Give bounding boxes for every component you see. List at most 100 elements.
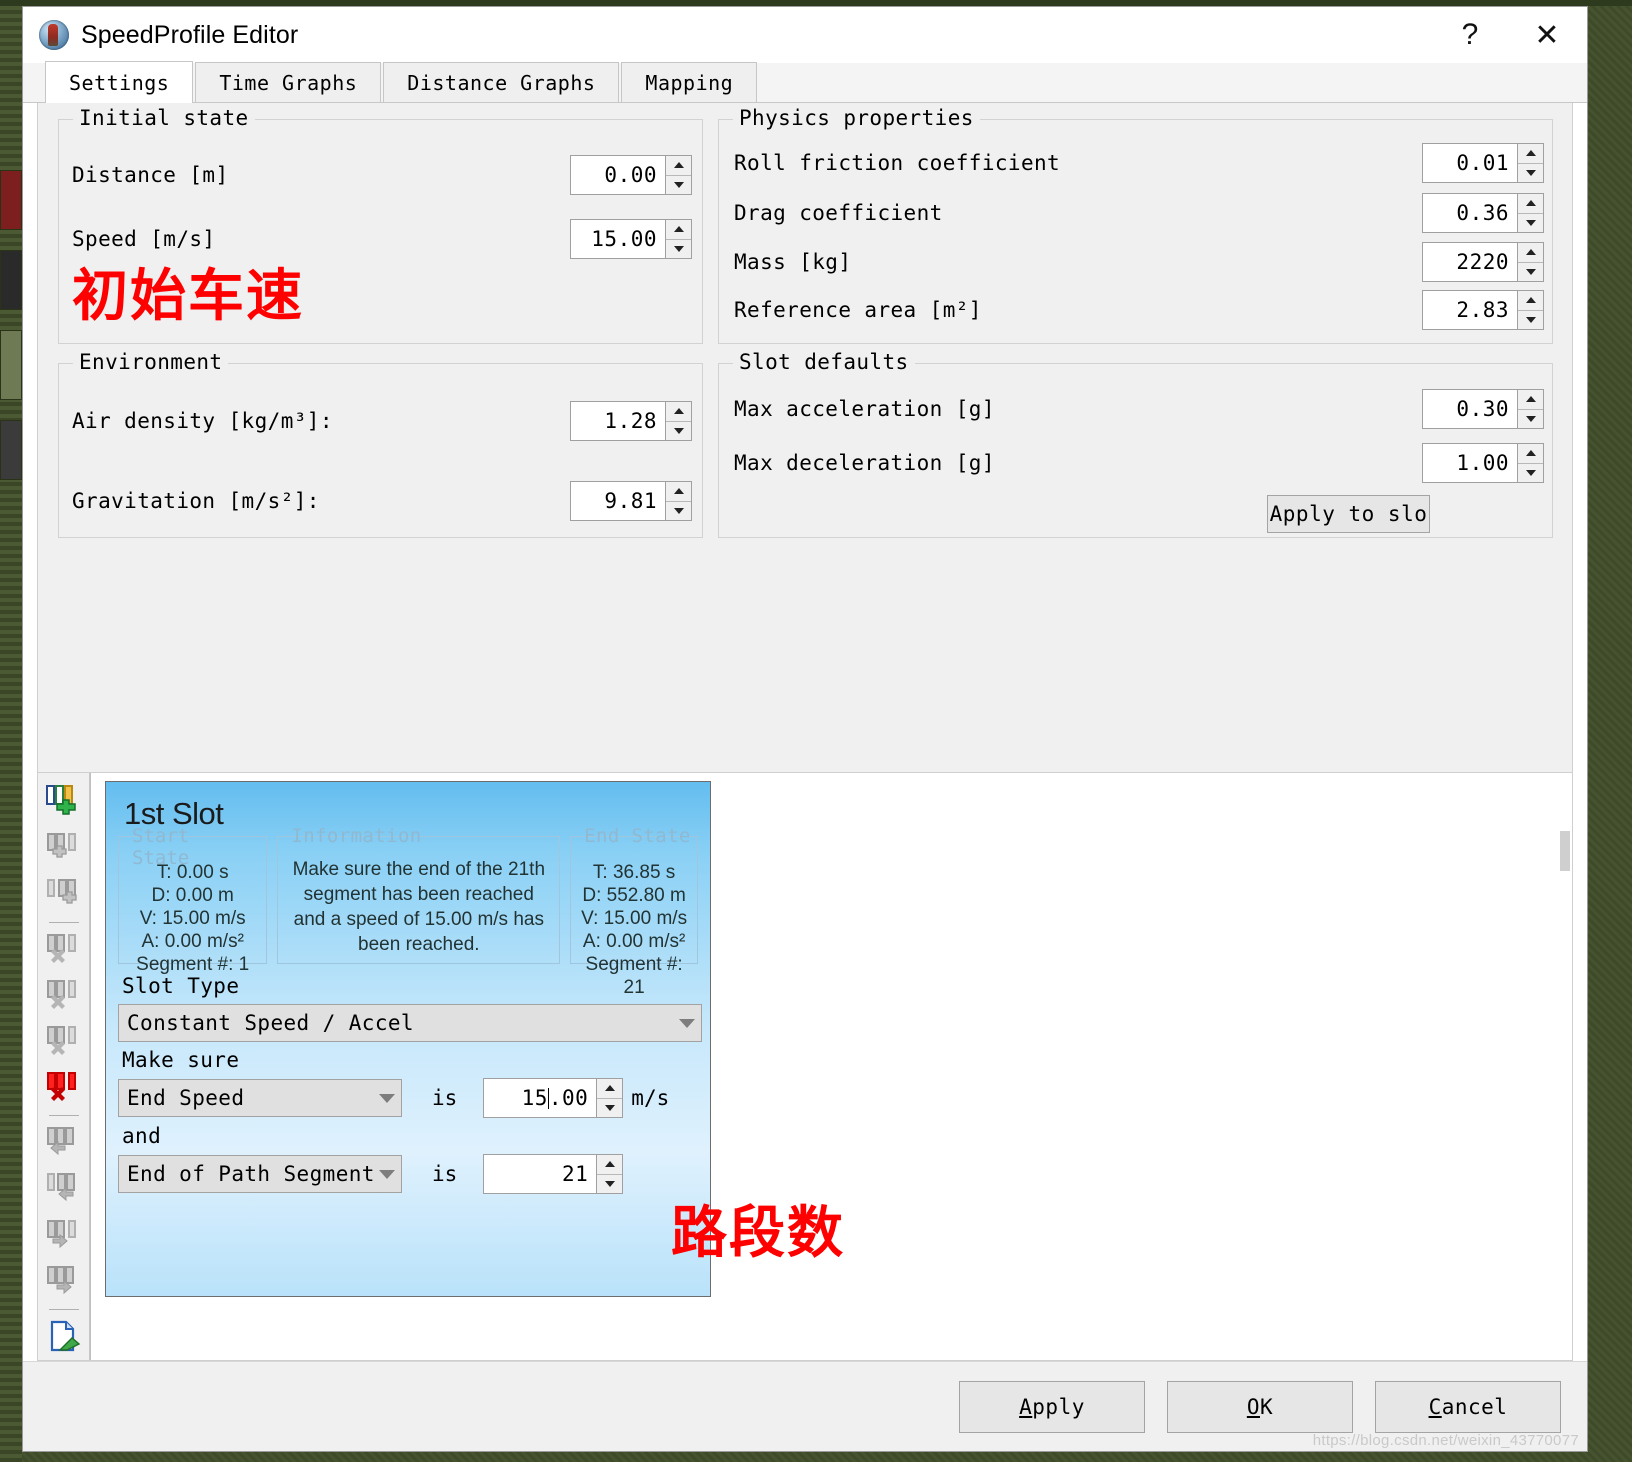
mass-spin-down[interactable] xyxy=(1518,263,1543,282)
condition1-value[interactable]: 15.00 xyxy=(484,1079,596,1117)
condition1-is-word: is xyxy=(432,1086,457,1110)
apply-rest: pply xyxy=(1032,1395,1085,1419)
roll-friction-spin-down[interactable] xyxy=(1518,164,1543,183)
reference-area-spin-buttons[interactable] xyxy=(1517,291,1543,329)
arrow-down-icon xyxy=(1526,220,1536,226)
move-previous-icon[interactable] xyxy=(41,1166,87,1210)
speed-spin-buttons[interactable] xyxy=(665,220,691,258)
roll-friction-spin-up[interactable] xyxy=(1518,144,1543,164)
help-button[interactable]: ? xyxy=(1433,7,1507,63)
scroll-indicator[interactable] xyxy=(1560,831,1570,871)
distance-spin-up[interactable] xyxy=(666,156,691,176)
mass-spin-buttons[interactable] xyxy=(1517,243,1543,281)
drag-coefficient-spinbox[interactable]: 0.36 xyxy=(1422,193,1544,233)
tab-time-graphs[interactable]: Time Graphs xyxy=(195,62,381,102)
move-first-icon[interactable] xyxy=(41,1120,87,1164)
drag-coefficient-spin-down[interactable] xyxy=(1518,214,1543,233)
distance-spin-buttons[interactable] xyxy=(665,156,691,194)
condition2-value[interactable]: 21 xyxy=(484,1155,596,1193)
apply-button[interactable]: Apply xyxy=(959,1381,1145,1433)
mass-spinbox[interactable]: 2220 xyxy=(1422,242,1544,282)
condition-row-1: End Speed is 15.00 m/s xyxy=(118,1078,698,1118)
insert-slot-after-icon[interactable] xyxy=(41,871,87,915)
tab-settings[interactable]: Settings xyxy=(45,61,193,103)
air-density-spin-buttons[interactable] xyxy=(665,402,691,440)
condition1-value-spinbox[interactable]: 15.00 xyxy=(483,1078,623,1118)
speed-value[interactable]: 15.00 xyxy=(571,220,665,258)
roll-friction-value[interactable]: 0.01 xyxy=(1423,144,1517,182)
delete-slot-last-icon[interactable] xyxy=(41,1019,87,1063)
add-slot-icon[interactable] xyxy=(41,779,87,823)
max-deceleration-spin-buttons[interactable] xyxy=(1517,444,1543,482)
delete-slot-active-icon[interactable] xyxy=(41,1065,87,1109)
slot-type-select[interactable]: Constant Speed / Accel xyxy=(118,1004,702,1042)
air-density-value[interactable]: 1.28 xyxy=(571,402,665,440)
condition1-spin-up[interactable] xyxy=(597,1079,622,1099)
condition2-value-spinbox[interactable]: 21 xyxy=(483,1154,623,1194)
end-state-group: End State T: 36.85 s D: 552.80 m V: 15.0… xyxy=(570,836,698,964)
reference-area-spin-down[interactable] xyxy=(1518,311,1543,330)
move-last-icon[interactable] xyxy=(41,1259,87,1303)
gravitation-spin-up[interactable] xyxy=(666,482,691,502)
reference-area-value[interactable]: 2.83 xyxy=(1423,291,1517,329)
tab-mapping[interactable]: Mapping xyxy=(621,62,757,102)
distance-spinbox[interactable]: 0.00 xyxy=(570,155,692,195)
distance-value[interactable]: 0.00 xyxy=(571,156,665,194)
air-density-spinbox[interactable]: 1.28 xyxy=(570,401,692,441)
move-next-icon[interactable] xyxy=(41,1212,87,1256)
mass-value[interactable]: 2220 xyxy=(1423,243,1517,281)
air-density-spin-up[interactable] xyxy=(666,402,691,422)
reference-area-spin-up[interactable] xyxy=(1518,291,1543,311)
roll-friction-spin-buttons[interactable] xyxy=(1517,144,1543,182)
desktop-thumbnail-4 xyxy=(0,420,22,480)
max-deceleration-spinbox[interactable]: 1.00 xyxy=(1422,443,1544,483)
gravitation-spin-down[interactable] xyxy=(666,502,691,521)
arrow-down-icon xyxy=(674,428,684,434)
air-density-spin-down[interactable] xyxy=(666,422,691,441)
gravitation-value[interactable]: 9.81 xyxy=(571,482,665,520)
max-deceleration-value[interactable]: 1.00 xyxy=(1423,444,1517,482)
delete-slot-first-icon[interactable] xyxy=(41,926,87,970)
field-drag-coefficient: Drag coefficient 0.36 xyxy=(734,193,1544,233)
max-acceleration-value[interactable]: 0.30 xyxy=(1423,390,1517,428)
insert-slot-before-icon[interactable] xyxy=(41,825,87,869)
drag-coefficient-spin-up[interactable] xyxy=(1518,194,1543,214)
roll-friction-spinbox[interactable]: 0.01 xyxy=(1422,143,1544,183)
close-button[interactable]: ✕ xyxy=(1507,7,1587,63)
slot-defaults-title: Slot defaults xyxy=(733,350,915,374)
tab-distance-graphs[interactable]: Distance Graphs xyxy=(383,62,619,102)
drag-coefficient-value[interactable]: 0.36 xyxy=(1423,194,1517,232)
gravitation-spinbox[interactable]: 9.81 xyxy=(570,481,692,521)
condition2-spin-down[interactable] xyxy=(597,1175,622,1194)
reference-area-spinbox[interactable]: 2.83 xyxy=(1422,290,1544,330)
slot-type-value: Constant Speed / Accel xyxy=(127,1011,673,1035)
delete-slot-middle-icon[interactable] xyxy=(41,973,87,1017)
arrow-up-icon xyxy=(1526,297,1536,303)
max-deceleration-spin-up[interactable] xyxy=(1518,444,1543,464)
export-icon[interactable] xyxy=(41,1314,87,1358)
drag-coefficient-spin-buttons[interactable] xyxy=(1517,194,1543,232)
speed-spin-up[interactable] xyxy=(666,220,691,240)
cancel-button[interactable]: Cancel xyxy=(1375,1381,1561,1433)
speed-spin-down[interactable] xyxy=(666,240,691,259)
max-deceleration-spin-down[interactable] xyxy=(1518,464,1543,483)
end-state-values: T: 36.85 s D: 552.80 m V: 15.00 m/s A: 0… xyxy=(577,861,691,999)
gravitation-spin-buttons[interactable] xyxy=(665,482,691,520)
speed-spinbox[interactable]: 15.00 xyxy=(570,219,692,259)
distance-spin-down[interactable] xyxy=(666,176,691,195)
condition2-select[interactable]: End of Path Segment I xyxy=(118,1155,402,1193)
mass-spin-up[interactable] xyxy=(1518,243,1543,263)
max-acceleration-spin-down[interactable] xyxy=(1518,410,1543,429)
condition1-select[interactable]: End Speed xyxy=(118,1079,402,1117)
max-acceleration-spin-buttons[interactable] xyxy=(1517,390,1543,428)
max-acceleration-spin-up[interactable] xyxy=(1518,390,1543,410)
apply-to-slots-button[interactable]: Apply to slo xyxy=(1267,495,1430,533)
condition1-spin-buttons[interactable] xyxy=(596,1079,622,1117)
start-segment: Segment #: 1 xyxy=(125,953,260,976)
ok-button[interactable]: OK xyxy=(1167,1381,1353,1433)
slot-card-1[interactable]: 1st Slot Start State T: 0.00 s D: 0.00 m… xyxy=(105,781,711,1297)
condition1-spin-down[interactable] xyxy=(597,1099,622,1118)
max-acceleration-spinbox[interactable]: 0.30 xyxy=(1422,389,1544,429)
condition2-spin-up[interactable] xyxy=(597,1155,622,1175)
condition2-spin-buttons[interactable] xyxy=(596,1155,622,1193)
